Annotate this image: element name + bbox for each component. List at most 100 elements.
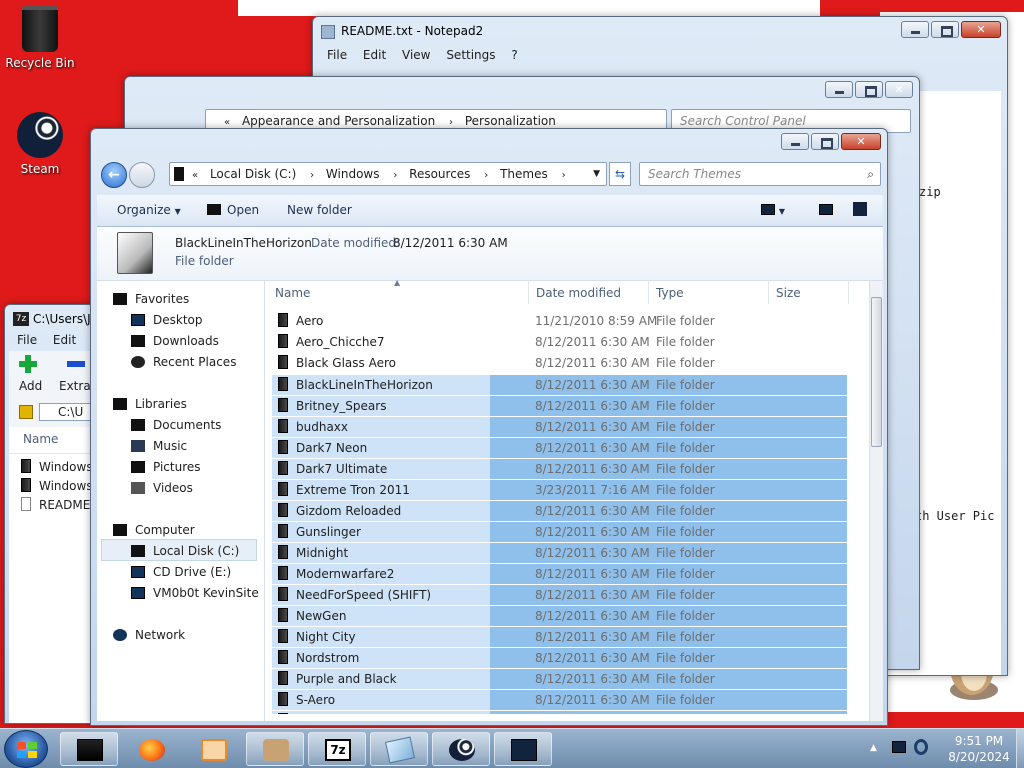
clock[interactable]: 9:51 PM 8/20/2024 bbox=[944, 733, 1014, 765]
file-row[interactable]: Modernwarfare2 8/12/2011 6:30 AM File fold… bbox=[272, 563, 847, 585]
file-date: 8/12/2011 6:30 AM bbox=[535, 672, 650, 686]
network-tray-icon[interactable] bbox=[892, 741, 906, 753]
file-date: 8/12/2011 6:30 AM bbox=[535, 609, 650, 623]
file-name: Purple and Black bbox=[278, 669, 397, 690]
folder-icon bbox=[278, 545, 288, 559]
firefox-icon bbox=[139, 739, 165, 761]
file-row[interactable]: Night City 8/12/2011 6:30 AM File folder bbox=[272, 626, 847, 648]
file-row[interactable]: Purple and Black 8/12/2011 6:30 AM File fo… bbox=[272, 668, 847, 690]
taskbar-notepad[interactable] bbox=[370, 732, 428, 766]
start-button[interactable] bbox=[4, 730, 48, 768]
file-date: 8/12/2011 6:30 AM bbox=[535, 504, 650, 518]
folder-icon bbox=[278, 334, 288, 348]
file-name: Dark7 Ultimate bbox=[278, 459, 387, 480]
folder-icon bbox=[278, 313, 288, 327]
file-row[interactable]: BlackLineInTheHorizon 8/12/2011 6:30 AM Fi… bbox=[272, 374, 847, 396]
folder-icon bbox=[278, 692, 288, 706]
file-date: 8/12/2011 6:30 AM bbox=[535, 399, 650, 413]
taskbar-steam[interactable] bbox=[432, 732, 490, 766]
file-row[interactable]: Dark7 Neon 8/12/2011 6:30 AM File folder bbox=[272, 437, 847, 459]
file-row[interactable]: Aero 11/21/2010 8:59 AM File folder bbox=[272, 311, 847, 332]
folder-icon bbox=[278, 566, 288, 580]
show-desktop-button[interactable] bbox=[1016, 729, 1024, 768]
file-row[interactable]: NeedForSpeed (SHIFT) 8/12/2011 6:30 AM Fil… bbox=[272, 584, 847, 606]
folder-icon bbox=[278, 650, 288, 664]
taskbar-control-panel[interactable] bbox=[494, 732, 552, 766]
file-type: File folder bbox=[656, 441, 715, 455]
file-date: 8/12/2011 6:30 AM bbox=[535, 378, 650, 392]
folder-icon bbox=[278, 608, 288, 622]
file-type: File folder bbox=[656, 609, 715, 623]
clock-time: 9:51 PM bbox=[954, 734, 1004, 748]
file-name: Extreme Tron 2011 bbox=[278, 480, 410, 501]
file-type: File folder bbox=[656, 504, 715, 518]
file-name: Aero bbox=[278, 311, 323, 332]
folder-icon bbox=[278, 355, 288, 369]
file-name: NewGen bbox=[278, 606, 346, 627]
file-type: File folder bbox=[656, 693, 715, 707]
folder-icon bbox=[278, 503, 288, 517]
file-name: budhaxx bbox=[278, 417, 348, 438]
file-row[interactable]: Nordstrom 8/12/2011 6:30 AM File folder bbox=[272, 647, 847, 669]
file-type: File folder bbox=[656, 462, 715, 476]
folder-icon bbox=[278, 482, 288, 496]
file-type: File folder bbox=[656, 546, 715, 560]
taskbar-7zip[interactable]: 7z bbox=[308, 732, 366, 766]
file-name: BlackLineInTheHorizon bbox=[278, 375, 433, 396]
file-date: 8/12/2011 6:30 AM bbox=[535, 630, 650, 644]
file-name: Gizdom Reloaded bbox=[278, 501, 401, 522]
taskbar-media-player[interactable] bbox=[184, 732, 242, 766]
file-row[interactable]: Midnight 8/12/2011 6:30 AM File folder bbox=[272, 542, 847, 564]
file-name: Gunslinger bbox=[278, 522, 361, 543]
file-type: File folder bbox=[656, 335, 715, 349]
file-name: Night City bbox=[278, 627, 356, 648]
file-name: S-Aero bbox=[278, 690, 335, 711]
file-row[interactable]: Britney_Spears 8/12/2011 6:30 AM File fold… bbox=[272, 395, 847, 417]
folder-icon bbox=[278, 524, 288, 538]
tray-app-icon[interactable] bbox=[914, 739, 928, 755]
folder-black-icon bbox=[77, 739, 103, 761]
file-row[interactable]: Black Glass Aero 8/12/2011 6:30 AM File fo… bbox=[272, 353, 847, 374]
file-row[interactable]: budhaxx 8/12/2011 6:30 AM File folder bbox=[272, 416, 847, 438]
file-date: 8/12/2011 6:30 AM bbox=[535, 651, 650, 665]
file-row[interactable]: Gunslinger 8/12/2011 6:30 AM File folder bbox=[272, 521, 847, 543]
folder-icon bbox=[278, 440, 288, 454]
folder-icon bbox=[278, 587, 288, 601]
file-date: 3/23/2011 7:16 AM bbox=[535, 483, 650, 497]
folder-icon bbox=[278, 419, 288, 433]
file-row[interactable]: S-Aero 8/12/2011 6:30 AM File folder bbox=[272, 689, 847, 711]
folder-icon bbox=[278, 629, 288, 643]
folder-icon bbox=[278, 671, 288, 685]
file-row[interactable]: NewGen 8/12/2011 6:30 AM File folder bbox=[272, 605, 847, 627]
file-type: File folder bbox=[656, 399, 715, 413]
file-date: 8/12/2011 6:30 AM bbox=[535, 588, 650, 602]
taskbar: 7z ▲ 9:51 PM 8/20/2024 bbox=[0, 728, 1024, 768]
hamster-icon bbox=[263, 739, 289, 761]
taskbar-hamster[interactable] bbox=[246, 732, 304, 766]
file-row[interactable]: Aero_Chicche7 8/12/2011 6:30 AM File folde… bbox=[272, 332, 847, 353]
file-type: File folder bbox=[656, 630, 715, 644]
tray-overflow-icon[interactable]: ▲ bbox=[870, 743, 877, 753]
windows-orb-icon bbox=[17, 742, 37, 758]
taskbar-firefox[interactable] bbox=[122, 732, 180, 766]
file-row[interactable]: Extreme Tron 2011 3/23/2011 7:16 AM File f… bbox=[272, 479, 847, 501]
file-name: Black Glass Aero bbox=[278, 353, 396, 374]
folder-icon bbox=[278, 461, 288, 475]
folder-icon bbox=[278, 398, 288, 412]
media-player-icon bbox=[201, 739, 227, 761]
notepad-icon bbox=[384, 736, 416, 764]
file-type: File folder bbox=[656, 525, 715, 539]
file-name: Nordstrom bbox=[278, 648, 359, 669]
file-date: 8/12/2011 6:30 AM bbox=[535, 441, 650, 455]
taskbar-explorer[interactable] bbox=[60, 732, 118, 766]
file-row[interactable]: Dark7 Ultimate 8/12/2011 6:30 AM File fold… bbox=[272, 458, 847, 480]
file-name: Aero_Chicche7 bbox=[278, 332, 385, 353]
file-row[interactable]: Gizdom Reloaded 8/12/2011 6:30 AM File fol… bbox=[272, 500, 847, 522]
folder-icon bbox=[278, 377, 288, 391]
file-name: Modernwarfare2 bbox=[278, 564, 394, 585]
file-date: 8/12/2011 6:30 AM bbox=[535, 567, 650, 581]
file-date: 8/12/2011 6:30 AM bbox=[535, 693, 650, 707]
control-panel-icon bbox=[511, 739, 537, 761]
file-type: File folder bbox=[656, 378, 715, 392]
file-type: File folder bbox=[656, 483, 715, 497]
